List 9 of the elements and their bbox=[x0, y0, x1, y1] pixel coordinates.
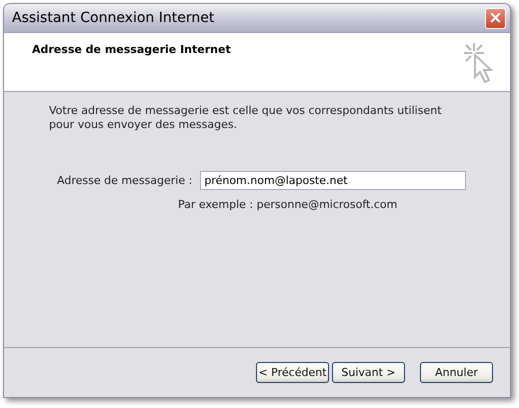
description-text: Votre adresse de messagerie est celle que vos correspondants utilisent pour vous envoyer des messages. bbox=[49, 104, 443, 132]
wizard-button[interactable]: < Précédent bbox=[256, 362, 329, 383]
window-title: Assistant Connexion Internet bbox=[12, 10, 214, 26]
page-title: Adresse de messagerie Internet bbox=[32, 43, 231, 58]
wizard-button[interactable]: Suivant > bbox=[332, 362, 405, 383]
email-field[interactable]: prénom.nom@laposte.net bbox=[200, 171, 466, 190]
wizard-button[interactable]: Annuler bbox=[420, 362, 493, 383]
field-label: Adresse de messagerie : bbox=[57, 174, 192, 187]
example-text: Par exemple : personne@microsoft.com bbox=[178, 198, 398, 211]
